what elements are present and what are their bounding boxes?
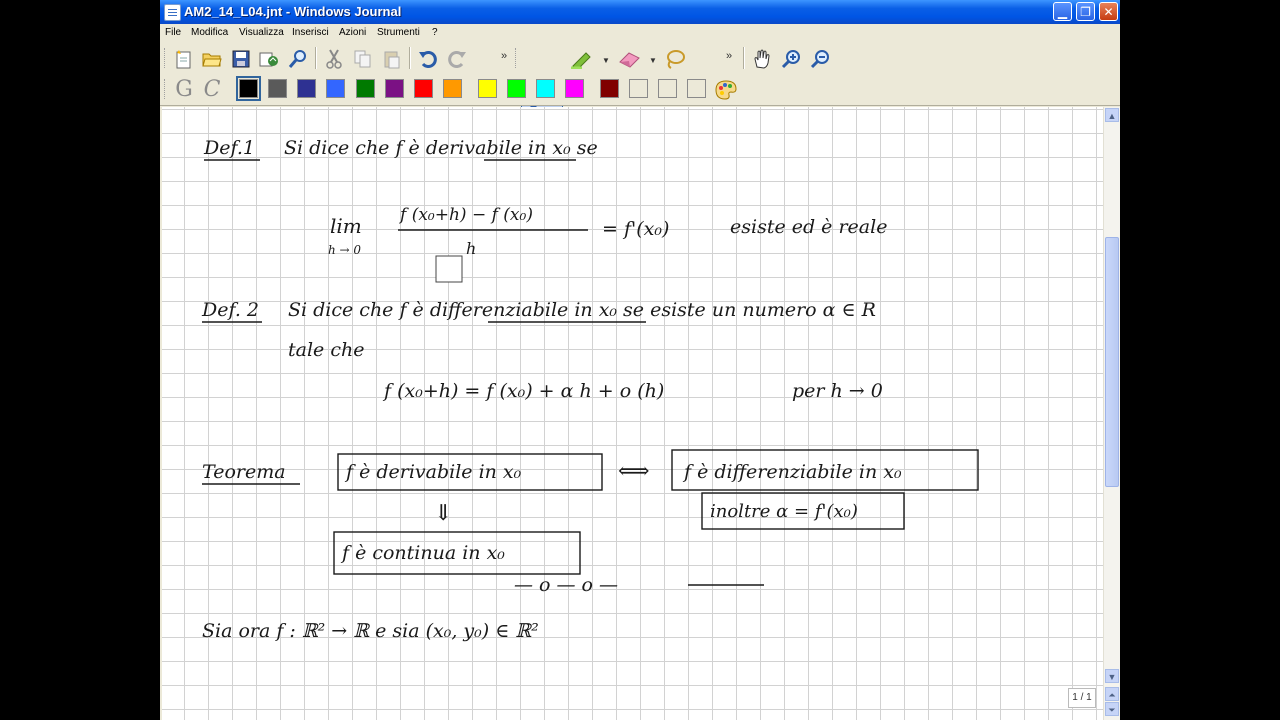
box4-text: f è continua in x₀ xyxy=(340,542,505,564)
cursor-marker xyxy=(435,255,463,283)
eraser-dropdown-icon[interactable]: ▼ xyxy=(641,48,665,72)
scrollbar-thumb[interactable] xyxy=(1105,237,1119,487)
color-swatch[interactable] xyxy=(236,76,261,101)
close-button[interactable]: ✕ xyxy=(1099,2,1118,21)
title-bar[interactable]: AM2_14_L04.jnt - Windows Journal ▁ ❐ ✕ xyxy=(160,0,1120,24)
color-swatch[interactable] xyxy=(326,79,345,98)
scroll-down-icon[interactable]: ▼ xyxy=(1105,669,1119,683)
color-swatch[interactable] xyxy=(629,79,648,98)
new-page-icon[interactable] xyxy=(172,47,196,71)
handwritten-notes: Def.1 Si dice che f è derivabile in x₀ s… xyxy=(201,137,979,642)
palette-icon[interactable] xyxy=(714,78,738,102)
color-swatch[interactable] xyxy=(687,79,706,98)
menu-file[interactable]: File xyxy=(165,27,181,38)
color-swatch[interactable] xyxy=(536,79,555,98)
highlighter-dropdown-icon[interactable]: ▼ xyxy=(594,48,618,72)
maximize-button[interactable]: ❐ xyxy=(1076,2,1095,21)
menu-visualizza[interactable]: Visualizza xyxy=(239,27,284,38)
def1-text: Si dice che f è derivabile in x₀ se xyxy=(284,137,598,159)
def2-formula: f (x₀+h) = f (x₀) + α h + o (h) xyxy=(382,380,664,402)
redo-icon[interactable] xyxy=(445,47,469,71)
def2-line2: tale che xyxy=(288,339,364,361)
limit-lim: lim xyxy=(330,214,362,238)
limit-rhs: = f'(x₀) xyxy=(602,218,669,240)
menu-bar: File Modifica Visualizza Inserisci Azion… xyxy=(160,24,1120,43)
overflow-chevron-icon[interactable]: » xyxy=(717,44,741,68)
zoom-out-icon[interactable] xyxy=(808,47,832,71)
box2-text: f è differenziabile in x₀ xyxy=(682,461,902,483)
equivalence-arrow: ⟺ xyxy=(618,459,650,484)
last-line: Sia ora f : ℝ² → ℝ e sia (x₀, y₀) ∈ ℝ² xyxy=(202,620,539,642)
undo-icon[interactable] xyxy=(416,47,440,71)
prev-page-icon[interactable]: ⏶ xyxy=(1105,687,1119,701)
copy-icon[interactable] xyxy=(351,47,375,71)
window-title: AM2_14_L04.jnt - Windows Journal xyxy=(184,4,402,19)
section-divider: — o — o — xyxy=(514,574,618,596)
find-icon[interactable] xyxy=(286,47,310,71)
box1-text: f è derivabile in x₀ xyxy=(344,461,522,483)
color-swatch[interactable] xyxy=(658,79,677,98)
color-swatch[interactable] xyxy=(507,79,526,98)
page-indicator[interactable]: 1 / 1 xyxy=(1068,688,1096,708)
lasso-icon[interactable] xyxy=(663,47,687,71)
journal-app-icon xyxy=(164,4,181,21)
standard-toolbar: » ▼ ▼ ▼ » xyxy=(160,44,1120,115)
def2-text: Si dice che f è differenziabile in x₀ se… xyxy=(288,299,876,321)
color-swatch[interactable] xyxy=(297,79,316,98)
paste-icon[interactable] xyxy=(380,47,404,71)
highlighter-icon[interactable] xyxy=(570,47,594,71)
vertical-scrollbar[interactable]: ▲ ▼ ⏶ ⏷ xyxy=(1103,107,1120,720)
journal-page-canvas[interactable]: Def.1 Si dice che f è derivabile in x₀ s… xyxy=(162,107,1103,720)
color-swatch[interactable] xyxy=(478,79,497,98)
minimize-button[interactable]: ▁ xyxy=(1053,2,1072,21)
menu-help[interactable]: ? xyxy=(432,27,438,38)
limit-denominator: h xyxy=(466,239,476,258)
color-swatch[interactable] xyxy=(268,79,287,98)
scroll-up-icon[interactable]: ▲ xyxy=(1105,108,1119,122)
implies-arrow: ⇓ xyxy=(434,501,452,526)
color-swatch[interactable] xyxy=(414,79,433,98)
italic-format-icon[interactable]: C xyxy=(200,77,224,102)
eraser-icon[interactable] xyxy=(617,47,641,71)
color-swatch[interactable] xyxy=(356,79,375,98)
color-swatch[interactable] xyxy=(600,79,619,98)
limit-subscript: h → 0 xyxy=(328,243,361,257)
journal-window: AM2_14_L04.jnt - Windows Journal ▁ ❐ ✕ F… xyxy=(160,0,1120,720)
box3-text: inoltre α = f'(x₀) xyxy=(710,501,858,522)
overflow-chevron-icon[interactable]: » xyxy=(492,44,516,68)
save-icon[interactable] xyxy=(229,47,253,71)
zoom-in-icon[interactable] xyxy=(779,47,803,71)
def2-label: Def. 2 xyxy=(201,299,259,321)
open-icon[interactable] xyxy=(200,47,224,71)
toolbar-grip[interactable] xyxy=(515,48,519,68)
color-swatch[interactable] xyxy=(565,79,584,98)
cut-icon[interactable] xyxy=(322,47,346,71)
def1-label: Def.1 xyxy=(203,137,255,159)
menu-strumenti[interactable]: Strumenti xyxy=(377,27,420,38)
teorema-label: Teorema xyxy=(202,461,286,483)
color-swatch[interactable] xyxy=(443,79,462,98)
toolbar-grip[interactable] xyxy=(164,79,168,99)
hand-icon[interactable] xyxy=(750,47,774,71)
menu-modifica[interactable]: Modifica xyxy=(191,27,228,38)
email-icon[interactable] xyxy=(257,47,281,71)
color-swatch[interactable] xyxy=(385,79,404,98)
limit-tail: esiste ed è reale xyxy=(730,216,887,238)
menu-azioni[interactable]: Azioni xyxy=(339,27,366,38)
bold-format-icon[interactable]: G xyxy=(172,77,196,102)
menu-inserisci[interactable]: Inserisci xyxy=(292,27,329,38)
next-page-icon[interactable]: ⏷ xyxy=(1105,702,1119,716)
toolbar-grip[interactable] xyxy=(164,48,168,68)
limit-numerator: f (x₀+h) − f (x₀) xyxy=(398,205,533,225)
def2-tail: per h → 0 xyxy=(792,380,883,402)
